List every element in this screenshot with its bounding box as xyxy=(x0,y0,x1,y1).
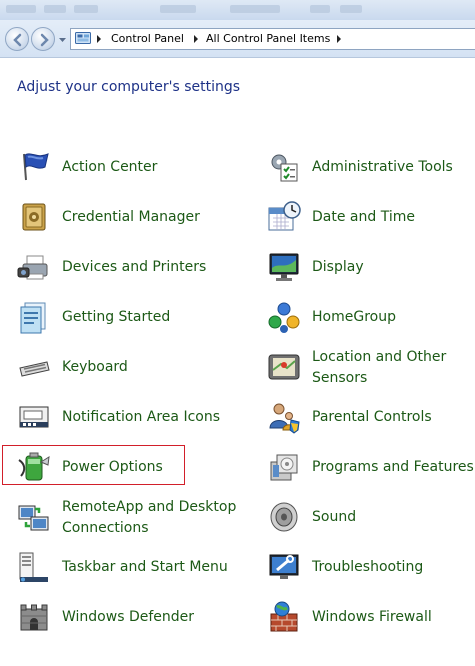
item-label: Windows Firewall xyxy=(312,609,432,625)
forward-button[interactable] xyxy=(31,27,55,51)
item-credential-manager[interactable]: Credential Manager xyxy=(17,200,217,244)
item-taskbar-and-start-menu[interactable]: Taskbar and Start Menu xyxy=(17,550,247,594)
menu-ghost xyxy=(310,5,330,13)
admin-tools-icon xyxy=(271,154,298,182)
menu-ghost xyxy=(160,5,196,13)
credential-vault-icon xyxy=(22,203,46,231)
keyboard-icon xyxy=(19,361,50,377)
printer-camera-icon xyxy=(17,255,48,280)
item-label-line1: RemoteApp and Desktop xyxy=(62,499,237,515)
recent-pages-dropdown-icon[interactable] xyxy=(58,35,67,44)
breadcrumb-separator-icon[interactable] xyxy=(194,35,198,43)
item-action-center[interactable]: Action Center xyxy=(17,150,217,194)
back-arrow-icon xyxy=(13,33,22,47)
back-button[interactable] xyxy=(5,27,29,51)
breadcrumb-separator-icon[interactable] xyxy=(97,35,101,43)
remoteapp-icon xyxy=(18,505,49,531)
item-location-and-other-sensors[interactable]: Location and Other Sensors xyxy=(267,349,472,394)
navigation-bar: Control Panel All Control Panel Items xyxy=(0,20,475,58)
item-administrative-tools[interactable]: Administrative Tools xyxy=(267,150,472,194)
item-remoteapp-and-desktop-connections[interactable]: RemoteApp and Desktop Connections xyxy=(17,499,247,544)
taskbar-icon xyxy=(19,552,48,582)
item-label: Notification Area Icons xyxy=(62,409,221,425)
control-panel-icon xyxy=(75,32,91,44)
item-programs-and-features[interactable]: Programs and Features xyxy=(267,450,475,494)
breadcrumb-separator-icon[interactable] xyxy=(337,35,341,43)
menu-ghost xyxy=(44,5,66,13)
item-keyboard[interactable]: Keyboard xyxy=(17,350,217,394)
flag-icon xyxy=(23,153,49,181)
item-label-line2: Connections xyxy=(62,520,149,536)
item-label: Parental Controls xyxy=(312,409,432,425)
menu-ghost xyxy=(74,5,98,13)
item-label: Troubleshooting xyxy=(312,559,424,575)
getting-started-icon xyxy=(20,302,46,334)
item-label-line1: Location and Other xyxy=(312,349,447,365)
item-label: Sound xyxy=(312,509,357,525)
item-sound[interactable]: Sound xyxy=(267,500,472,544)
menu-ghost xyxy=(6,5,36,13)
item-date-and-time[interactable]: Date and Time xyxy=(267,200,472,244)
selection-highlight xyxy=(2,445,185,485)
breadcrumb-control-panel[interactable]: Control Panel xyxy=(111,32,184,45)
item-homegroup[interactable]: HomeGroup xyxy=(267,300,472,344)
address-bar[interactable]: Control Panel All Control Panel Items xyxy=(70,28,475,50)
item-display[interactable]: Display xyxy=(267,250,472,294)
notification-area-icon xyxy=(19,406,49,428)
item-label: Devices and Printers xyxy=(62,259,207,275)
item-label: Display xyxy=(312,259,364,275)
item-label: Programs and Features xyxy=(312,459,474,475)
forward-arrow-icon xyxy=(40,33,49,47)
item-label-line2: Sensors xyxy=(312,370,368,386)
item-windows-defender[interactable]: Windows Defender xyxy=(17,600,217,644)
monitor-icon xyxy=(269,253,299,281)
homegroup-icon xyxy=(268,302,300,333)
item-notification-area-icons[interactable]: Notification Area Icons xyxy=(17,400,227,444)
item-label: Keyboard xyxy=(62,359,128,375)
item-troubleshooting[interactable]: Troubleshooting xyxy=(267,550,472,594)
programs-features-icon xyxy=(270,454,298,481)
page-heading: Adjust your computer's settings xyxy=(17,79,241,95)
item-label: Date and Time xyxy=(312,209,415,225)
item-label: Taskbar and Start Menu xyxy=(62,559,228,575)
location-sensor-icon xyxy=(268,354,300,380)
item-label: Action Center xyxy=(62,159,158,175)
item-devices-and-printers[interactable]: Devices and Printers xyxy=(17,250,217,294)
window-top-strip xyxy=(0,0,475,20)
item-label: Administrative Tools xyxy=(312,159,453,175)
item-label: Getting Started xyxy=(62,309,171,325)
item-parental-controls[interactable]: Parental Controls xyxy=(267,400,472,444)
item-getting-started[interactable]: Getting Started xyxy=(17,300,217,344)
defender-castle-icon xyxy=(20,604,48,631)
item-label: Credential Manager xyxy=(62,209,200,225)
menu-ghost xyxy=(340,5,362,13)
item-label: HomeGroup xyxy=(312,309,396,325)
item-label: Windows Defender xyxy=(62,609,195,625)
menu-ghost xyxy=(230,5,280,13)
item-windows-firewall[interactable]: Windows Firewall xyxy=(267,600,472,644)
troubleshooting-icon xyxy=(269,554,299,579)
parental-controls-icon xyxy=(269,403,300,434)
breadcrumb-all-items[interactable]: All Control Panel Items xyxy=(206,32,330,45)
calendar-clock-icon xyxy=(268,201,301,231)
speaker-icon xyxy=(270,502,298,532)
firewall-icon xyxy=(270,601,298,632)
